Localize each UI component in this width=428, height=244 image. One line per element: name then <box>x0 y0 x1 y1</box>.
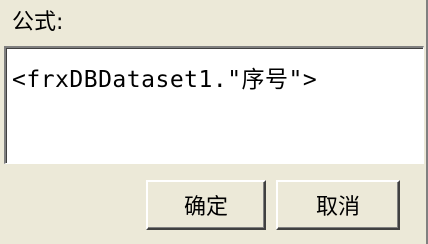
formula-text: <frxDBDataset1."序号"> <box>12 67 318 93</box>
formula-label: 公式: <box>12 10 64 35</box>
ok-button[interactable]: 确定 <box>146 180 266 230</box>
cancel-button[interactable]: 取消 <box>276 180 400 230</box>
label-bar: 公式: <box>0 0 426 46</box>
formula-memo[interactable]: <frxDBDataset1."序号"> <box>4 46 424 164</box>
formula-dialog: 公式: <frxDBDataset1."序号"> 确定 取消 <box>0 0 428 244</box>
